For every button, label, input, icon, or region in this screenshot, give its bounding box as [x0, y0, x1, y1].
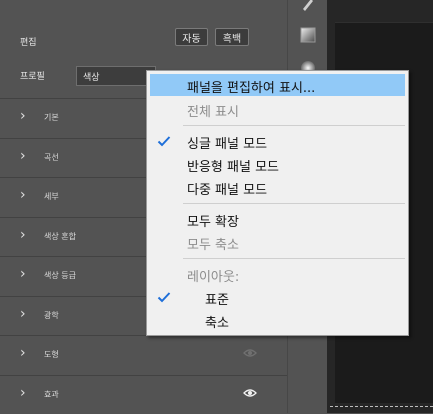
checkmark-icon — [157, 290, 171, 304]
profile-select[interactable]: 색상 — [76, 66, 156, 86]
menu-item-single-panel-mode[interactable]: 싱글 패널 모드 — [150, 130, 405, 152]
checkmark-icon — [157, 134, 171, 148]
menu-item-layout-standard[interactable]: 표준 — [150, 286, 405, 308]
menu-item-responsive-panel-mode[interactable]: 반응형 패널 모드 — [150, 153, 405, 175]
menu-item-label: 축소 — [205, 312, 229, 331]
section-label: 기본 — [44, 112, 59, 123]
chevron-right-icon: › — [20, 109, 26, 123]
chevron-right-icon: › — [20, 188, 26, 202]
section-label: 광학 — [44, 310, 59, 321]
edit-header: 편집 자동 흑백 — [0, 0, 287, 59]
chevron-right-icon: › — [20, 386, 26, 400]
panel-context-menu: 패널을 편집하여 표시... 전체 표시 싱글 패널 모드 반응형 패널 모드 … — [146, 70, 409, 336]
menu-item-label: 패널을 편집하여 표시... — [187, 77, 315, 96]
section-label: 효과 — [44, 389, 59, 400]
section-effects[interactable]: › 효과 — [0, 375, 287, 414]
menu-item-multi-panel-mode[interactable]: 다중 패널 모드 — [150, 176, 405, 198]
eye-icon[interactable] — [243, 388, 257, 398]
chevron-right-icon: › — [20, 307, 26, 321]
edit-title: 편집 — [20, 35, 37, 48]
menu-item-edit-panels[interactable]: 패널을 편집하여 표시... — [150, 74, 405, 96]
section-label: 색상 등급 — [44, 270, 76, 281]
auto-button[interactable]: 자동 — [175, 28, 208, 46]
menu-item-layout-compact[interactable]: 축소 — [150, 309, 405, 331]
section-label: 곡선 — [44, 152, 59, 163]
menu-item-label: 표준 — [205, 289, 229, 308]
profile-label: 프로필 — [20, 69, 45, 82]
menu-item-show-all[interactable]: 전체 표시 — [150, 98, 405, 120]
menu-item-label: 다중 패널 모드 — [187, 179, 267, 198]
section-label: 도형 — [44, 349, 59, 360]
menu-item-label: 레이아웃: — [187, 266, 239, 285]
selection-edge — [330, 406, 433, 407]
menu-separator — [183, 258, 405, 259]
menu-item-label: 전체 표시 — [187, 101, 239, 120]
menu-item-collapse-all[interactable]: 모두 축소 — [150, 231, 405, 253]
menu-heading-layout: 레이아웃: — [150, 263, 405, 285]
menu-item-label: 반응형 패널 모드 — [187, 156, 279, 175]
menu-item-label: 모두 확장 — [187, 211, 239, 230]
chevron-right-icon: › — [20, 267, 26, 281]
menu-separator — [183, 125, 405, 126]
menu-separator — [183, 203, 405, 204]
menu-item-expand-all[interactable]: 모두 확장 — [150, 208, 405, 230]
chevron-right-icon: › — [20, 346, 26, 360]
gradient-icon[interactable] — [300, 27, 316, 43]
section-label: 색상 혼합 — [44, 231, 76, 242]
section-label: 세부 — [44, 191, 59, 202]
section-geometry[interactable]: › 도형 — [0, 335, 287, 375]
chevron-right-icon: › — [20, 149, 26, 163]
brush-icon[interactable] — [300, 0, 316, 12]
black-white-button[interactable]: 흑백 — [215, 28, 249, 46]
menu-item-label: 싱글 패널 모드 — [187, 133, 267, 152]
menu-item-label: 모두 축소 — [187, 234, 239, 253]
eye-icon[interactable] — [243, 348, 257, 358]
chevron-right-icon: › — [20, 228, 26, 242]
